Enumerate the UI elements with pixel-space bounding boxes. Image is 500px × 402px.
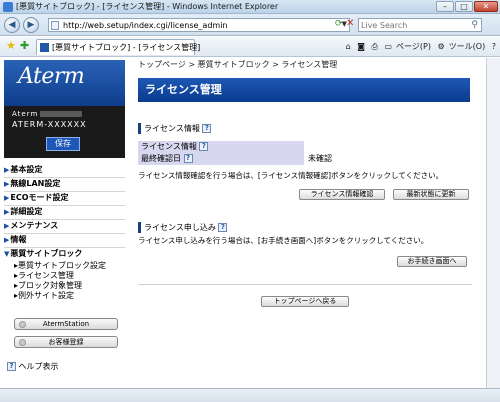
tab-toolbar: ★ ✚ [悪質サイトブロック] - [ライセンス管理] ⌂ ◙ ⎙ ▭ ページ(P…	[0, 37, 500, 57]
tab-favicon-icon	[40, 43, 49, 52]
window-title: [悪質サイトブロック] - [ライセンス管理] - Windows Intern…	[16, 2, 279, 11]
tools-menu[interactable]: ツール(O)	[449, 42, 486, 51]
back-to-top-button[interactable]: トップページへ戻る	[261, 296, 349, 307]
tools-gear-icon[interactable]: ⚙	[437, 42, 444, 51]
page-menu-icon[interactable]: ▭	[384, 42, 392, 51]
license-check-button[interactable]: ライセンス情報確認	[299, 189, 385, 200]
arrow-right-icon: ▶	[4, 208, 10, 216]
help-icon[interactable]: ?	[218, 223, 228, 232]
license-info-heading: ライセンス情報 ?	[138, 123, 212, 134]
logo-area: Aterm	[4, 60, 125, 106]
arrow-right-icon: ▶	[4, 222, 10, 230]
sidebar-item-maintenance[interactable]: ▶メンテナンス	[4, 220, 125, 232]
divider	[138, 284, 472, 285]
table-row: ライセンス情報 ?	[138, 141, 472, 153]
row-value: 未確認	[308, 154, 332, 163]
search-input[interactable]	[359, 19, 463, 31]
license-description: ライセンス情報確認を行う場合は、[ライセンス情報確認]ボタンをクリックしてくださ…	[138, 171, 444, 180]
page-menu[interactable]: ページ(P)	[396, 42, 431, 51]
stop-icon[interactable]: ✕	[346, 18, 354, 29]
main-panel: トップページ > 悪質サイトブロック > ライセンス管理 ライセンス管理 ライセ…	[135, 60, 475, 380]
refresh-status-button[interactable]: 最新状態に更新	[393, 189, 469, 200]
model-prefix: Aterm	[12, 110, 39, 118]
arrow-down-icon: ▼	[4, 250, 10, 258]
submenu-site-block-settings[interactable]: ▸悪質サイトブロック設定	[14, 261, 106, 271]
arrow-right-icon: ▶	[4, 236, 10, 244]
row-value	[305, 141, 472, 153]
back-button[interactable]: ◀	[4, 17, 20, 33]
license-apply-heading: ライセンス申し込み ?	[138, 222, 228, 233]
aterm-station-button[interactable]: AtermStation	[14, 318, 118, 330]
window-title-bar: [悪質サイトブロック] - [ライセンス管理] - Windows Intern…	[0, 0, 500, 14]
apply-procedure-button[interactable]: お手続き画面へ	[397, 256, 467, 267]
help-icon[interactable]: ?	[202, 124, 212, 133]
redacted-model	[40, 111, 83, 117]
row-label: ライセンス情報 ?	[138, 141, 304, 153]
address-toolbar: ◀ ▶ http://web.setup/index.cgi/license_a…	[0, 14, 500, 36]
page-content: Aterm Aterm ATERM-XXXXXX 保存 ▶基本設定 ▶無線LAN…	[0, 58, 500, 402]
submenu-exception-sites[interactable]: ▸例外サイト設定	[14, 291, 74, 301]
maximize-button[interactable]: □	[455, 1, 473, 12]
sidebar-item-info[interactable]: ▶情報	[4, 234, 125, 246]
minimize-button[interactable]: –	[436, 1, 454, 12]
url-text[interactable]: http://web.setup/index.cgi/license_admin	[63, 20, 227, 31]
home-icon[interactable]: ⌂	[346, 42, 351, 51]
browser-tab[interactable]: [悪質サイトブロック] - [ライセンス管理]	[36, 39, 200, 55]
vertical-scrollbar[interactable]	[486, 58, 500, 388]
address-bar[interactable]: http://web.setup/index.cgi/license_admin…	[48, 18, 350, 32]
page-icon	[51, 21, 59, 30]
arrow-right-icon: ▶	[4, 180, 10, 188]
save-button[interactable]: 保存	[46, 137, 80, 151]
customer-register-button[interactable]: お客様登録	[14, 336, 118, 348]
help-display-link[interactable]: ? ヘルプ表示	[7, 362, 59, 372]
sidebar-item-wireless[interactable]: ▶無線LAN設定	[4, 178, 125, 190]
model-name: ATERM-XXXXXX	[12, 120, 87, 129]
sidebar-item-basic[interactable]: ▶基本設定	[4, 164, 125, 176]
model-info: Aterm ATERM-XXXXXX 保存	[4, 106, 125, 158]
arrow-right-icon: ▶	[4, 194, 10, 202]
forward-button[interactable]: ▶	[23, 17, 39, 33]
ie-app-icon	[3, 2, 13, 12]
row-label: 最終確認日 ?	[138, 153, 304, 165]
sidebar-item-site-block[interactable]: ▼悪質サイトブロック	[4, 248, 125, 260]
aterm-logo: Aterm	[18, 64, 85, 89]
feeds-icon[interactable]: ◙	[357, 42, 365, 51]
command-bar: ⌂ ◙ ⎙ ▭ ページ(P) ⚙ ツール(O) ?	[342, 40, 496, 54]
bullet-icon	[19, 321, 26, 328]
model-line-1: Aterm	[12, 110, 83, 118]
help-icon[interactable]: ?	[492, 42, 496, 51]
search-icon[interactable]: ⚲	[471, 20, 478, 30]
close-button[interactable]: ✕	[474, 1, 498, 12]
tab-label: [悪質サイトブロック] - [ライセンス管理]	[52, 43, 201, 52]
apply-description: ライセンス申し込みを行う場合は、[お手続き画面へ]ボタンをクリックしてください。	[138, 236, 429, 245]
submenu-block-targets[interactable]: ▸ブロック対象管理	[14, 281, 82, 291]
license-info-table: ライセンス情報 ? 最終確認日 ? 未確認	[138, 141, 472, 165]
arrow-right-icon: ▶	[4, 166, 10, 174]
bullet-icon	[19, 339, 26, 346]
favorites-star-icon[interactable]: ★	[6, 40, 16, 52]
sidebar: Aterm Aterm ATERM-XXXXXX 保存 ▶基本設定 ▶無線LAN…	[4, 60, 125, 380]
print-icon[interactable]: ⎙	[372, 42, 378, 51]
help-icon[interactable]: ?	[183, 154, 193, 163]
help-icon[interactable]: ?	[199, 142, 209, 151]
sidebar-item-advanced[interactable]: ▶詳細設定	[4, 206, 125, 218]
submenu-license-admin[interactable]: ▸ライセンス管理	[14, 271, 74, 281]
sidebar-item-eco[interactable]: ▶ECOモード設定	[4, 192, 125, 204]
table-row: 最終確認日 ? 未確認	[138, 153, 472, 165]
refresh-icon[interactable]: ⟳	[335, 19, 343, 29]
page-title: ライセンス管理	[138, 78, 470, 102]
status-bar	[0, 388, 500, 402]
breadcrumb: トップページ > 悪質サイトブロック > ライセンス管理	[138, 60, 338, 69]
help-icon: ?	[7, 362, 16, 371]
search-box[interactable]: ⚲	[358, 18, 482, 32]
add-favorites-icon[interactable]: ✚	[20, 40, 29, 52]
